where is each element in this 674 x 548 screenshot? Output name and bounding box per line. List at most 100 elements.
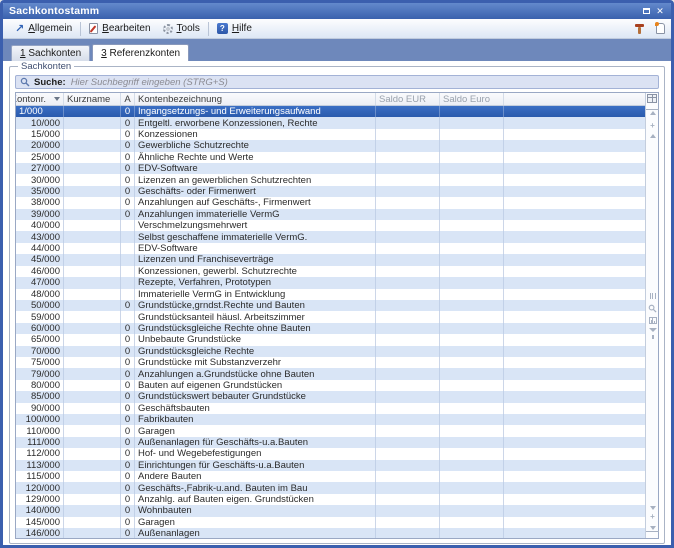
table-row[interactable]: 50/000 0 Grundstücke,grndst.Rechte und B…: [16, 300, 645, 311]
table-body: 1/000 0 Ingangsetzungs- und Erweiterungs…: [16, 106, 645, 538]
table-row[interactable]: 140/000 0 Wohnbauten: [16, 505, 645, 516]
table-row[interactable]: 60/000 0 Grundstücksgleiche Rechte ohne …: [16, 323, 645, 334]
table-row[interactable]: 44/000 EDV-Software: [16, 243, 645, 254]
chart-tool-icon[interactable]: [646, 317, 659, 324]
cell-kurzname: [64, 368, 121, 379]
table-row[interactable]: 43/000 Selbst geschaffene immaterielle V…: [16, 231, 645, 242]
table-row[interactable]: 45/000 Lizenzen und Franchiseverträge: [16, 254, 645, 265]
table-row[interactable]: 15/000 0 Konzessionen: [16, 129, 645, 140]
table-row[interactable]: 25/000 0 Ähnliche Rechte und Werte: [16, 152, 645, 163]
scroll-down-button[interactable]: [646, 506, 659, 510]
cell-saldo-euro: [440, 357, 504, 368]
cell-kurzname: [64, 334, 121, 345]
filter-tool-icon[interactable]: [646, 328, 659, 332]
search-icon: [20, 77, 30, 87]
table-row[interactable]: 70/000 0 Grundstücksgleiche Rechte: [16, 346, 645, 357]
scroll-to-top-button[interactable]: [646, 109, 659, 115]
menu-allgemein[interactable]: ↗ Allgemein: [9, 21, 78, 37]
grid-scroll-strip[interactable]: + +: [645, 93, 658, 538]
column-header-a[interactable]: A: [121, 93, 135, 105]
table-row[interactable]: 65/000 0 Unbebaute Grundstücke: [16, 334, 645, 345]
column-header-kontonr[interactable]: Kontonr.: [16, 93, 64, 105]
cell-bezeichnung: Grundstücke mit Substanzverzehr: [135, 357, 376, 368]
cell-saldo-eur: [376, 391, 440, 402]
cell-a: 0: [121, 494, 135, 505]
search-input[interactable]: [71, 77, 654, 88]
table-row[interactable]: 35/000 0 Geschäfts- oder Firmenwert: [16, 186, 645, 197]
cell-filler: [504, 448, 645, 459]
menu-bearbeiten-label: Bearbeiten: [102, 23, 150, 34]
content-area: Sachkonten Suche: Kontonr.: [3, 61, 671, 548]
table-row[interactable]: 111/000 0 Außenanlagen für Geschäfts-u.a…: [16, 437, 645, 448]
table-row[interactable]: 39/000 0 Anzahlungen immaterielle VermG: [16, 209, 645, 220]
table-row[interactable]: 110/000 0 Garagen: [16, 425, 645, 436]
cell-kurzname: [64, 140, 121, 151]
table-row[interactable]: 10/000 0 Entgeltl. erworbene Konzessione…: [16, 117, 645, 128]
tab-referenzkonten[interactable]: 3 Referenzkonten: [92, 44, 189, 61]
table-row[interactable]: 120/000 0 Geschäfts-,Fabrik-u.and. Baute…: [16, 482, 645, 493]
new-document-button[interactable]: [656, 23, 665, 34]
scroll-up-button[interactable]: [646, 134, 659, 138]
cell-kontonr: 47/000: [16, 277, 64, 288]
tab-sachkonten[interactable]: 1 Sachkonten: [11, 45, 90, 61]
cell-bezeichnung: Entgeltl. erworbene Konzessionen, Rechte: [135, 117, 376, 128]
table-row[interactable]: 113/000 0 Einrichtungen für Geschäfts-u.…: [16, 460, 645, 471]
column-header-kontenbezeichnung[interactable]: Kontenbezeichnung: [135, 93, 376, 105]
table-row[interactable]: 40/000 Verschmelzungsmehrwert: [16, 220, 645, 231]
scroll-to-bottom-button[interactable]: [646, 526, 659, 532]
table-row[interactable]: 30/000 0 Lizenzen an gewerblichen Schutz…: [16, 174, 645, 185]
scroll-marker-add2-icon[interactable]: +: [646, 513, 659, 520]
menu-allgemein-label: Allgemein: [28, 23, 72, 34]
table-row[interactable]: 115/000 0 Andere Bauten: [16, 471, 645, 482]
table-row[interactable]: 1/000 0 Ingangsetzungs- und Erweiterungs…: [16, 106, 645, 117]
cell-saldo-euro: [440, 437, 504, 448]
table-row[interactable]: 59/000 Grundstücksanteil häusl. Arbeitsz…: [16, 311, 645, 322]
close-button[interactable]: ✕: [653, 5, 667, 17]
table-row[interactable]: 80/000 0 Bauten auf eigenen Grundstücken: [16, 380, 645, 391]
menu-bearbeiten[interactable]: Bearbeiten: [83, 21, 156, 37]
table-row[interactable]: 85/000 0 Grundstückswert bebauter Grunds…: [16, 391, 645, 402]
cell-kontonr: 39/000: [16, 209, 64, 220]
table-row[interactable]: 100/000 0 Fabrikbauten: [16, 414, 645, 425]
cell-saldo-euro: [440, 266, 504, 277]
cell-filler: [504, 471, 645, 482]
table-row[interactable]: 79/000 0 Anzahlungen a.Grundstücke ohne …: [16, 368, 645, 379]
cell-filler: [504, 117, 645, 128]
table-row[interactable]: 90/000 0 Geschäftsbauten: [16, 403, 645, 414]
menu-hilfe[interactable]: ? Hilfe: [211, 21, 258, 37]
cell-kontonr: 43/000: [16, 231, 64, 242]
cell-a: 0: [121, 152, 135, 163]
column-chooser-icon[interactable]: [647, 94, 657, 103]
tab-referenzkonten-label: 3 Referenzkonten: [101, 48, 180, 59]
hammer-tool-button[interactable]: [634, 23, 646, 35]
scroll-marker-add-icon[interactable]: +: [646, 122, 659, 129]
table-row[interactable]: 38/000 0 Anzahlungen auf Geschäfts-, Fir…: [16, 197, 645, 208]
cell-kurzname: [64, 231, 121, 242]
cell-kurzname: [64, 414, 121, 425]
table-row[interactable]: 47/000 Rezepte, Verfahren, Prototypen: [16, 277, 645, 288]
table-row[interactable]: 129/000 0 Anzahlg. auf Bauten eigen. Gru…: [16, 494, 645, 505]
table-row[interactable]: 145/000 0 Garagen: [16, 517, 645, 528]
table-row[interactable]: 75/000 0 Grundstücke mit Substanzverzehr: [16, 357, 645, 368]
table-row[interactable]: 146/000 0 Außenanlagen: [16, 528, 645, 538]
column-header-saldo-euro[interactable]: Saldo Euro: [440, 93, 504, 105]
restore-button[interactable]: [639, 5, 653, 17]
cell-kurzname: [64, 471, 121, 482]
column-header-saldo-eur[interactable]: Saldo EUR: [376, 93, 440, 105]
cell-bezeichnung: Anzahlungen auf Geschäfts-, Firmenwert: [135, 197, 376, 208]
cell-kurzname: [64, 300, 121, 311]
table-row[interactable]: 20/000 0 Gewerbliche Schutzrechte: [16, 140, 645, 151]
cell-bezeichnung: Bauten auf eigenen Grundstücken: [135, 380, 376, 391]
menu-tools[interactable]: Tools: [157, 21, 206, 37]
zoom-tool-icon[interactable]: [646, 304, 659, 313]
cell-filler: [504, 528, 645, 538]
resize-columns-icon[interactable]: [646, 293, 659, 299]
cell-a: 0: [121, 448, 135, 459]
table-row[interactable]: 27/000 0 EDV-Software: [16, 163, 645, 174]
table-row[interactable]: 112/000 0 Hof- und Wegebefestigungen: [16, 448, 645, 459]
table-row[interactable]: 48/000 Immaterielle VermG in Entwicklung: [16, 289, 645, 300]
cell-kurzname: [64, 117, 121, 128]
cell-kontonr: 25/000: [16, 152, 64, 163]
column-header-kurzname[interactable]: Kurzname: [64, 93, 121, 105]
table-row[interactable]: 46/000 Konzessionen, gewerbl. Schutzrech…: [16, 266, 645, 277]
